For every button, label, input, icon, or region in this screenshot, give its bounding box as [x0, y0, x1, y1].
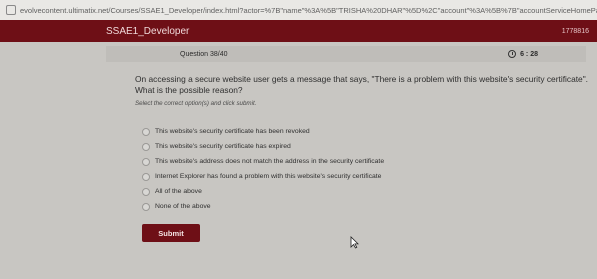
- radio-button[interactable]: [142, 157, 150, 166]
- timer: 6 : 28: [508, 50, 538, 58]
- clock-icon: [508, 50, 517, 58]
- question-status-bar: Question 38/40 6 : 28: [106, 46, 586, 62]
- radio-button[interactable]: [142, 172, 150, 181]
- course-title: SSAE1_Developer: [106, 25, 190, 37]
- mouse-pointer-icon: [350, 236, 359, 249]
- option-3[interactable]: This website's address does not match th…: [142, 154, 442, 169]
- radio-button[interactable]: [142, 142, 150, 151]
- option-label: This website's security certificate has …: [155, 143, 291, 150]
- option-6[interactable]: None of the above: [142, 199, 442, 214]
- option-1[interactable]: This website's security certificate has …: [142, 124, 442, 139]
- option-label: Internet Explorer has found a problem wi…: [155, 173, 382, 180]
- option-label: This website's address does not match th…: [155, 158, 385, 165]
- option-4[interactable]: Internet Explorer has found a problem wi…: [142, 169, 442, 184]
- options-list: This website's security certificate has …: [142, 124, 442, 214]
- option-label: This website's security certificate has …: [155, 128, 310, 135]
- question-counter: Question 38/40: [180, 50, 228, 58]
- course-header: SSAE1_Developer 1778816: [0, 20, 597, 42]
- address-bar[interactable]: evolvecontent.ultimatix.net/Courses/SSAE…: [0, 0, 597, 21]
- option-label: All of the above: [155, 188, 202, 195]
- instruction-text: Select the correct option(s) and click s…: [135, 100, 257, 107]
- radio-button[interactable]: [142, 202, 150, 211]
- user-id: 1778816: [561, 27, 589, 35]
- submit-button[interactable]: Submit: [142, 224, 200, 242]
- option-label: None of the above: [155, 203, 211, 210]
- option-2[interactable]: This website's security certificate has …: [142, 139, 442, 154]
- option-5[interactable]: All of the above: [142, 184, 442, 199]
- url-text[interactable]: evolvecontent.ultimatix.net/Courses/SSAE…: [20, 6, 597, 15]
- timer-value: 6 : 28: [520, 50, 538, 58]
- radio-button[interactable]: [142, 187, 150, 196]
- page-icon: [6, 5, 16, 15]
- question-text: On accessing a secure website user gets …: [135, 74, 589, 95]
- radio-button[interactable]: [142, 127, 150, 136]
